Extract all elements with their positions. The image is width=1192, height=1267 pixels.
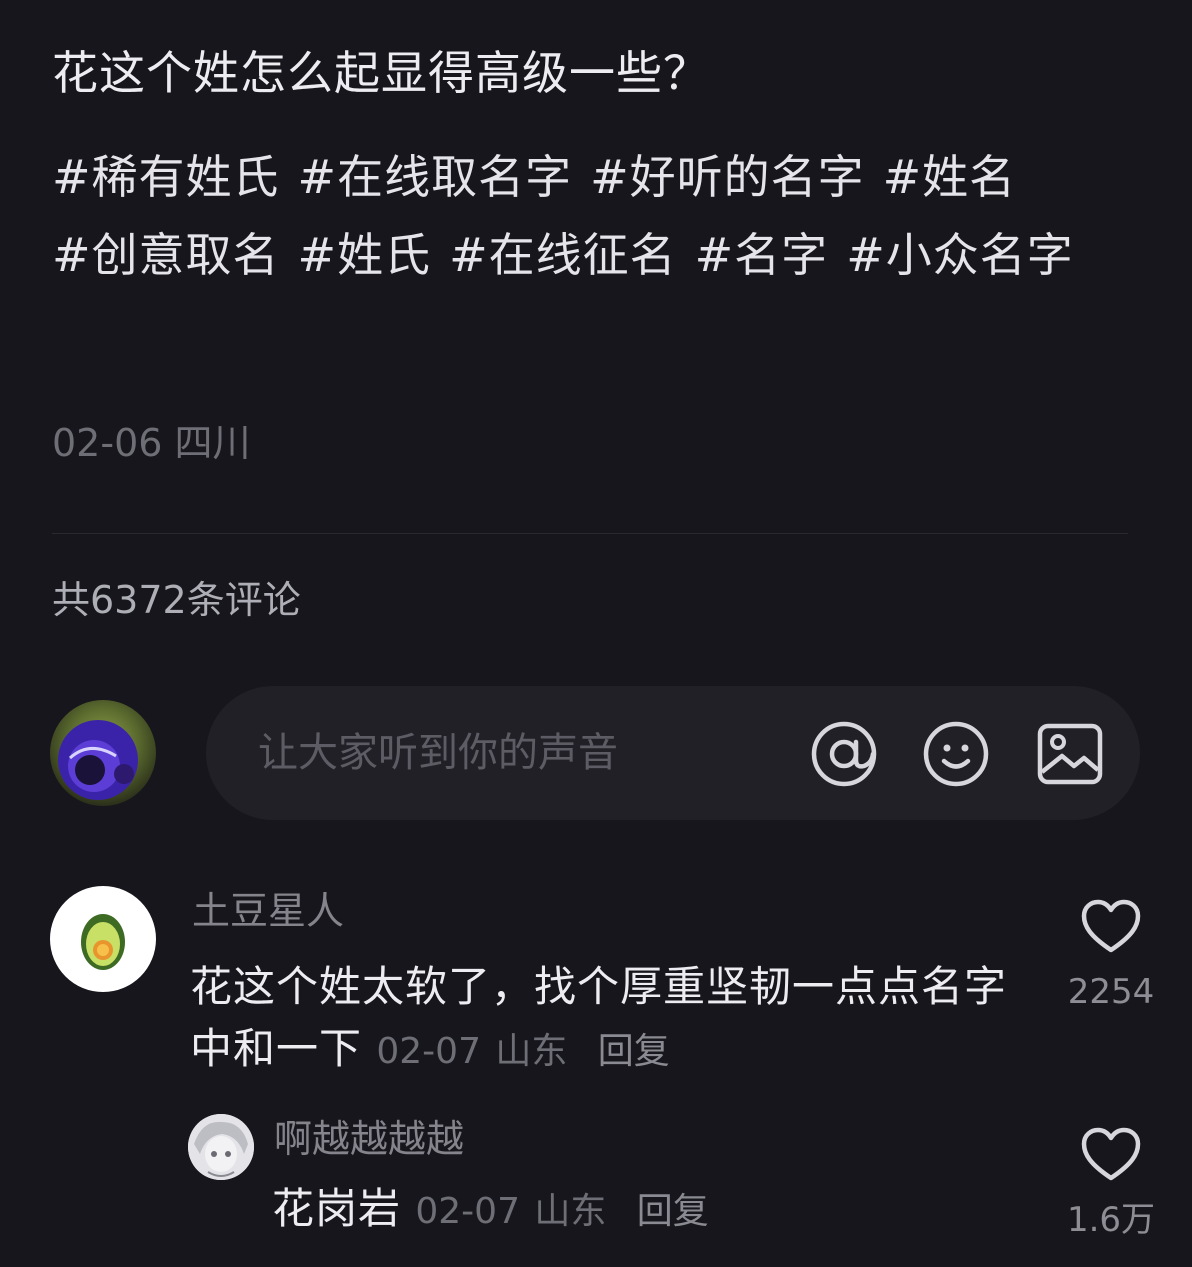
comment-location: 山东 <box>495 1031 568 1072</box>
reply-body: 花岗岩 02-07 山东 回复 <box>272 1178 1012 1243</box>
reply-button[interactable]: 回复 <box>598 1031 670 1072</box>
divider <box>52 533 1128 534</box>
reply-avatar[interactable] <box>188 1114 254 1180</box>
my-avatar[interactable] <box>50 700 156 806</box>
post-date: 02-06 <box>52 421 163 465</box>
reply-button[interactable]: 回复 <box>637 1191 709 1232</box>
comment-input[interactable] <box>256 720 800 786</box>
hashtag-list: #稀有姓氏 #在线取名字 #好听的名字 #姓名 #创意取名 #姓氏 #在线征名 #名字 #小众名… <box>52 138 1132 294</box>
hashtag[interactable]: #小众名字 <box>846 228 1074 282</box>
post-title: 花这个姓怎么起显得高级一些？ <box>52 46 710 100</box>
hashtag[interactable]: #在线取名字 <box>298 150 573 204</box>
comment-composer <box>206 686 1140 820</box>
like-count: 2254 <box>1067 972 1155 1012</box>
anime-avatar-icon <box>188 1114 254 1180</box>
at-icon[interactable] <box>810 720 878 788</box>
heart-icon[interactable] <box>1080 1126 1142 1184</box>
avocado-icon <box>81 914 125 970</box>
comment-body: 花这个姓太软了，找个厚重坚韧一点点名字中和一下 02-07 山东 回复 <box>190 956 1010 1083</box>
hashtag[interactable]: #姓名 <box>883 150 1017 204</box>
hashtag[interactable]: #创意取名 <box>52 228 280 282</box>
post-location: 四川 <box>174 421 251 465</box>
reply-location: 山东 <box>534 1191 607 1232</box>
post-meta: 02-06 四川 <box>52 415 251 471</box>
like-count: 1.6万 <box>1066 1200 1156 1240</box>
hashtag[interactable]: #姓氏 <box>298 228 432 282</box>
reply-text: 花岗岩 <box>272 1184 402 1233</box>
heart-icon[interactable] <box>1080 898 1142 956</box>
hashtag[interactable]: #好听的名字 <box>590 150 865 204</box>
hashtag[interactable]: #在线征名 <box>449 228 677 282</box>
comment-count: 共6372条评论 <box>52 578 301 622</box>
reply-date: 02-07 <box>415 1191 520 1232</box>
emoji-icon[interactable] <box>922 720 990 788</box>
comment-avatar[interactable] <box>50 886 156 992</box>
hashtag[interactable]: #稀有姓氏 <box>52 150 280 204</box>
comment-username[interactable]: 土豆星人 <box>192 886 344 936</box>
hashtag[interactable]: #名字 <box>695 228 829 282</box>
image-icon[interactable] <box>1036 720 1104 788</box>
reply-username[interactable]: 啊越越越越 <box>274 1114 464 1164</box>
comment-date: 02-07 <box>376 1031 481 1072</box>
